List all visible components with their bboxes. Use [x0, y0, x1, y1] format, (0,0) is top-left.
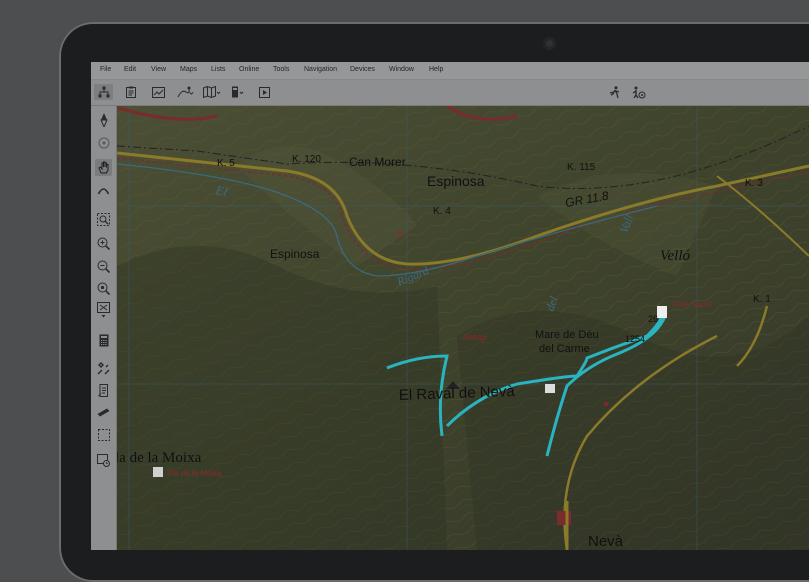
target-button[interactable] [95, 134, 112, 151]
note-button[interactable] [95, 382, 112, 399]
zoom-fit-button[interactable] [95, 280, 112, 297]
tool-sidebar [91, 106, 117, 550]
hand-button[interactable] [95, 159, 112, 176]
ruler-button[interactable] [95, 404, 112, 421]
clipboard-icon [126, 86, 136, 98]
menu-help[interactable]: Help [429, 66, 443, 73]
menu-bar: File Edit View Maps Lists Online Tools N… [91, 62, 809, 80]
place-espinosa-left: Espinosa [270, 247, 320, 261]
map-button[interactable] [202, 84, 222, 100]
place-la-moixa: la de la Moixa [117, 450, 202, 466]
menu-window[interactable]: Window [389, 66, 414, 73]
ruler-icon [97, 408, 110, 417]
menu-maps[interactable]: Maps [180, 66, 197, 73]
map-icon [203, 86, 221, 98]
place-neva: Nevà [588, 533, 624, 550]
play-button[interactable] [257, 84, 271, 100]
elevation-label: 1254 [625, 334, 645, 344]
route-number-label: 26 [648, 314, 658, 324]
route-icon [177, 86, 194, 98]
menu-view[interactable]: View [151, 66, 166, 73]
zoom-fit-icon [97, 282, 110, 295]
undo-arc-button[interactable] [95, 182, 112, 199]
play-icon [258, 86, 270, 98]
route-button[interactable] [176, 84, 196, 100]
select-rect-icon [97, 428, 110, 441]
menu-lists[interactable]: Lists [211, 66, 225, 73]
zoom-in-button[interactable] [95, 235, 112, 252]
menu-online[interactable]: Online [239, 66, 259, 73]
poi-label-refugi: Refugi [463, 333, 486, 342]
person-pin-icon [632, 86, 646, 98]
calculator-button[interactable] [95, 332, 112, 349]
km-label-4: K. 4 [433, 206, 451, 217]
chart-icon [151, 86, 165, 98]
place-mare-de-deu-1: Mare de Déu [535, 329, 599, 341]
toolbar [91, 80, 809, 106]
walker-icon [609, 85, 620, 98]
walker-button[interactable] [607, 84, 623, 100]
menu-edit[interactable]: Edit [124, 66, 136, 73]
note-icon [98, 384, 108, 397]
hierarchy-button[interactable] [94, 84, 113, 100]
select-rect-button[interactable] [95, 426, 112, 443]
camera-icon [97, 454, 110, 467]
menu-tools[interactable]: Tools [273, 66, 289, 73]
map-canvas: Can Morer Espinosa Espinosa Velló Mare d… [117, 106, 809, 550]
webcam [543, 37, 556, 50]
undo-arc-icon [97, 188, 110, 195]
km-label-3: K. 115 [567, 162, 596, 173]
device-icon [232, 86, 244, 98]
compass-button[interactable] [95, 111, 112, 128]
calculator-icon [99, 334, 108, 347]
place-can-morer: Can Morer [349, 155, 406, 169]
place-vello: Velló [660, 248, 690, 264]
compass-icon [99, 112, 108, 127]
zoom-in-icon [97, 237, 110, 250]
target-icon [98, 137, 109, 148]
poi-label-flag: Font Sacat [673, 300, 712, 309]
fullscreen-icon [97, 302, 110, 318]
topographic-map[interactable]: Can Morer Espinosa Espinosa Velló Mare d… [117, 106, 809, 550]
menu-navigation[interactable]: Navigation [304, 66, 337, 73]
km-label-1: K. 5 [217, 158, 235, 169]
menu-devices[interactable]: Devices [350, 66, 375, 73]
device-button[interactable] [230, 84, 246, 100]
place-espinosa-top: Espinosa [427, 173, 485, 189]
person-pin-button[interactable] [631, 84, 647, 100]
clipboard-button[interactable] [124, 84, 138, 100]
tools-icon [97, 362, 110, 375]
app-window: File Edit View Maps Lists Online Tools N… [91, 62, 809, 550]
hand-icon [97, 161, 108, 174]
zoom-out-icon [97, 260, 110, 273]
place-mare-de-deu-2: del Carme [539, 343, 590, 355]
hierarchy-icon [98, 86, 109, 98]
fullscreen-button[interactable] [95, 302, 112, 319]
chart-button[interactable] [151, 84, 165, 100]
zoom-out-button[interactable] [95, 258, 112, 275]
zoom-region-button[interactable] [95, 211, 112, 228]
km-label-2: K. 120 [292, 154, 321, 165]
tools-button[interactable] [95, 360, 112, 377]
km-label-6: K. 1 [753, 294, 771, 305]
zoom-region-icon [97, 213, 110, 226]
camera-button[interactable] [95, 452, 112, 469]
poi-label-pla-moixa: Pla de la Moixa [167, 469, 222, 478]
km-label-5: K. 3 [745, 178, 763, 189]
menu-file[interactable]: File [100, 66, 111, 73]
